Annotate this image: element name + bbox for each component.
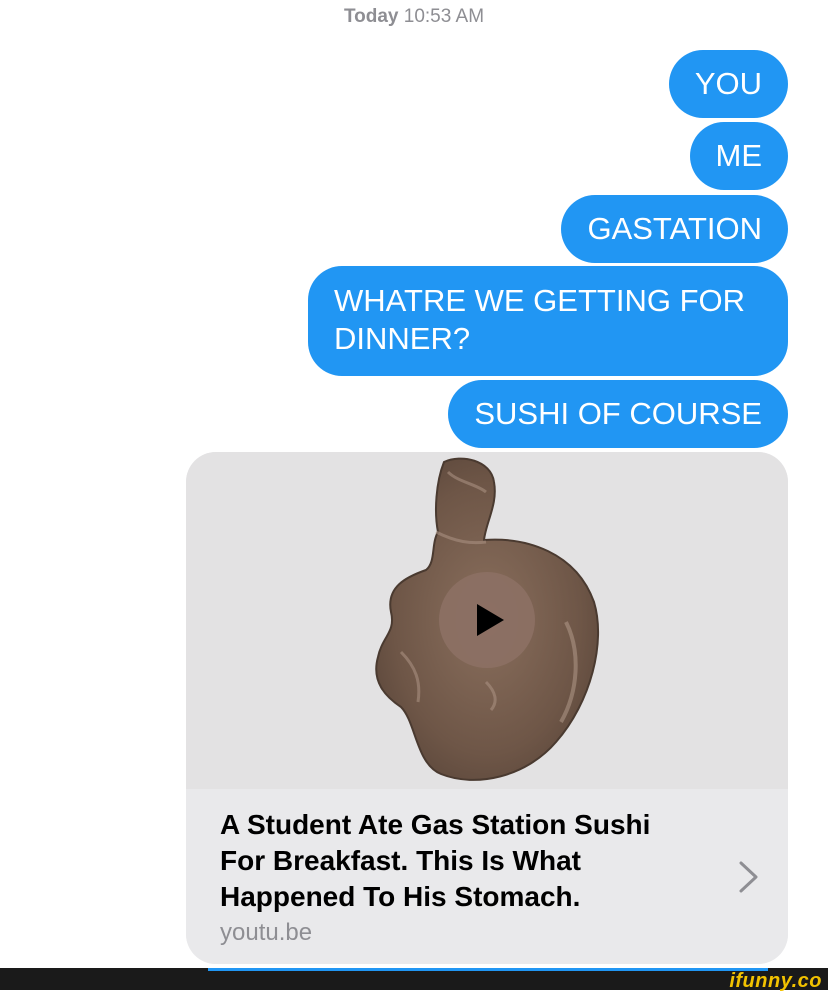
video-thumbnail[interactable]: [186, 452, 788, 789]
message-bubble[interactable]: SUSHI OF COURSE: [448, 380, 788, 448]
message-bubble[interactable]: WHATRE WE GETTING FOR DINNER?: [308, 266, 788, 376]
bar-accent: [208, 968, 768, 971]
timestamp-time: 10:53 AM: [403, 6, 485, 27]
link-caption[interactable]: A Student Ate Gas Station Sushi For Brea…: [186, 789, 788, 964]
message-bubble[interactable]: GASTATION: [561, 195, 788, 263]
message-bubble[interactable]: YOU: [668, 50, 788, 118]
play-icon: [477, 604, 504, 636]
timestamp-day: Today: [343, 6, 399, 27]
message-timestamp: Today 10:53 AM: [0, 6, 828, 28]
message-bubble[interactable]: ME: [689, 122, 788, 190]
play-button[interactable]: [439, 572, 535, 668]
link-domain: youtu.be: [220, 919, 313, 946]
watermark-bar: [0, 968, 828, 990]
chevron-right-icon: [739, 861, 758, 893]
link-title: A Student Ate Gas Station Sushi For Brea…: [220, 809, 651, 912]
link-preview-card[interactable]: A Student Ate Gas Station Sushi For Brea…: [186, 452, 788, 964]
